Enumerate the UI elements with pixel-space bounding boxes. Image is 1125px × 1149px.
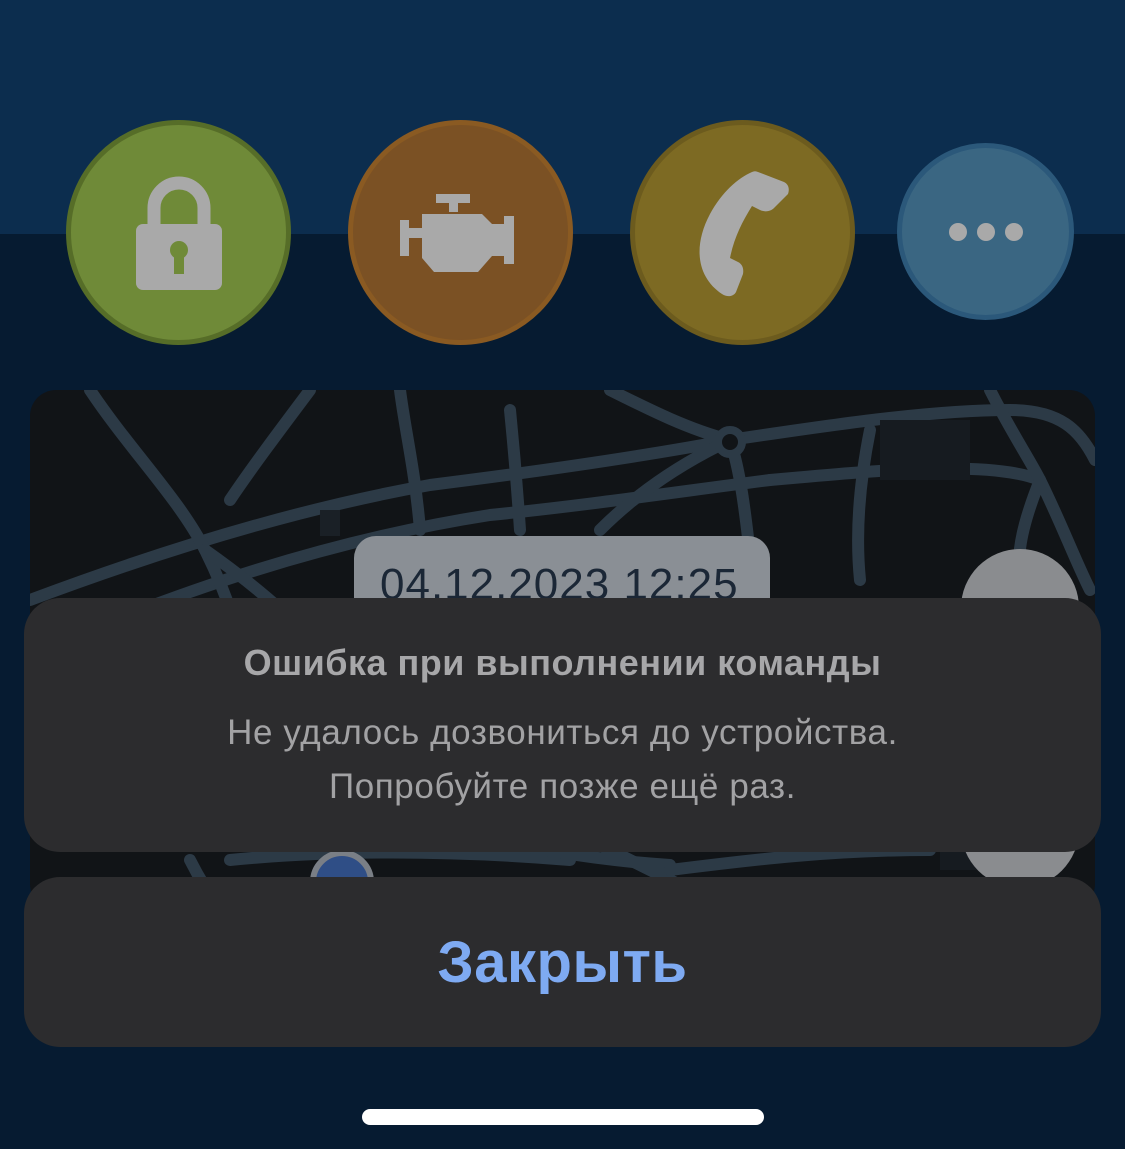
alert-message-line-2: Попробуйте позже ещё раз. <box>328 767 797 806</box>
alert-panel: Ошибка при выполнении команды Не удалось… <box>24 598 1101 852</box>
phone-icon <box>699 170 789 296</box>
home-indicator[interactable] <box>362 1109 764 1125</box>
lock-icon <box>135 176 222 290</box>
close-button-label: Закрыть <box>437 929 688 995</box>
alert-title: Ошибка при выполнении команды <box>243 642 882 683</box>
alert-message-line-1: Не удалось дозвониться до устройства. <box>227 713 898 752</box>
call-button[interactable] <box>630 120 855 345</box>
more-button[interactable] <box>897 143 1074 320</box>
engine-button[interactable] <box>348 120 573 345</box>
more-dots-icon <box>948 222 1023 241</box>
alert-message: Не удалось дозвониться до устройства. По… <box>24 706 1101 814</box>
engine-icon <box>399 193 514 272</box>
close-button[interactable]: Закрыть <box>24 877 1101 1047</box>
lock-button[interactable] <box>66 120 291 345</box>
